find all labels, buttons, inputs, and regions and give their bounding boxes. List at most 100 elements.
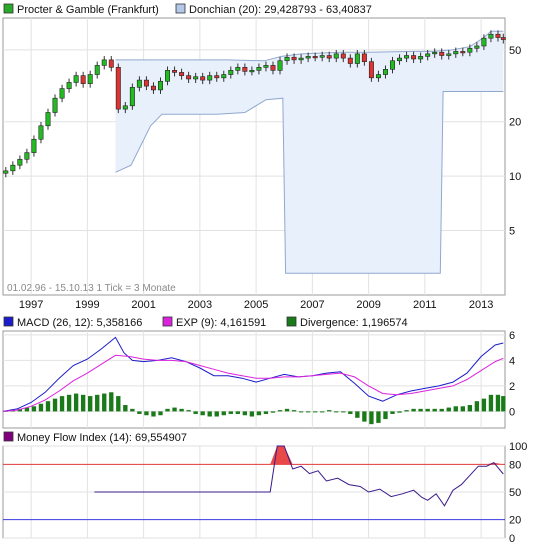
divergence-bar [418,408,423,412]
macd-y-tick-label: 0 [509,406,515,418]
price-candle [66,82,72,89]
price-candle [453,51,459,55]
divergence-bar [165,408,170,412]
price-candle [390,60,395,70]
divergence-bar [95,394,100,412]
divergence-bar [383,411,388,420]
price-candle [228,70,234,75]
price-candle [340,53,346,59]
price-candle [214,75,220,79]
price-candle [87,74,93,84]
divergence-bar [151,411,156,417]
divergence-bar [474,401,480,412]
price-x-tick-label: 2007 [300,299,324,311]
divergence-bar [481,398,487,412]
price-candle [404,55,410,59]
divergence-bar [221,411,226,416]
price-candle [500,37,506,40]
divergence-bar [284,408,290,412]
divergence-bar [334,411,339,413]
divergence-bar [193,411,198,414]
divergence-bar [411,408,416,412]
price-candle [418,56,424,60]
price-candle [221,74,227,79]
price-candle [368,61,374,79]
price-candle [115,67,121,110]
price-x-tick-label: 2009 [356,299,380,311]
price-candle [186,75,192,80]
price-candle [382,69,388,75]
divergence-bar [362,411,367,422]
divergence-bar [501,396,506,412]
divergence-bar [327,410,332,412]
divergence-bar [432,408,437,412]
price-candle [235,67,241,71]
macd-y-tick-label: 2 [509,381,515,393]
price-candle [10,164,16,172]
legend-swatch-macd-1 [162,316,173,327]
divergence-bar [45,401,51,412]
price-y-tick-label: 20 [509,117,521,129]
divergence-bar [249,411,255,417]
legend-swatch-price [3,3,14,14]
price-candle [298,57,304,61]
divergence-bar [214,411,219,417]
price-y-tick-label: 50 [509,45,521,57]
mfi-y-tick-label: 20 [509,515,521,527]
divergence-bar [144,411,149,416]
divergence-bar [298,411,304,413]
divergence-bar [242,411,248,416]
divergence-bar [390,411,395,414]
price-candle [277,60,283,71]
price-candle [136,79,142,88]
divergence-bar [80,394,86,412]
price-candle [333,53,339,59]
divergence-bar [312,411,318,413]
price-candle [256,67,262,71]
legend-swatch-macd-0 [3,316,14,327]
divergence-bar [355,411,360,418]
price-candle [38,125,44,140]
divergence-bar [348,411,353,414]
price-x-tick-label: 2001 [131,299,155,311]
price-x-tick-label: 2013 [469,299,493,311]
price-candle [425,53,431,57]
price-x-tick-label: 2005 [244,299,268,311]
price-candle [411,55,417,60]
price-candle [305,56,311,59]
price-candle [354,53,360,64]
stock-chart: 51020501997 1999 2001 2003 2005 2007 2009 2011 2… [2,3,527,545]
divergence-bar [320,411,325,413]
price-candle [263,65,269,68]
price-candle [270,65,276,71]
price-candle [481,37,487,47]
price-candle [446,53,452,56]
divergence-bar [397,411,402,413]
price-x-tick-label: 2003 [188,299,212,311]
price-candle [143,79,149,87]
price-candle [249,70,255,73]
legend-swatch-donchian [175,3,186,14]
price-candle [375,74,381,79]
macd-y-tick-label: 4 [509,355,515,367]
divergence-bar [376,411,381,423]
price-candle [474,45,480,49]
divergence-bar [446,407,451,412]
divergence-bar [305,411,311,413]
price-candle [108,59,114,68]
price-candle [193,76,199,80]
divergence-bar [425,408,430,412]
divergence-bar [439,408,444,412]
divergence-bar [130,408,135,412]
price-candle [52,97,58,113]
divergence-bar [186,410,191,412]
price-candle [439,51,445,56]
divergence-bar [488,394,494,412]
divergence-bar [270,411,276,413]
price-candle [45,112,51,127]
price-candle [495,33,501,38]
price-candle [312,56,318,59]
macd-y-tick-label: 6 [509,330,515,342]
price-candle [200,76,206,81]
legend-label-mfi: Money Flow Index (14): 69,554907 [17,432,187,444]
